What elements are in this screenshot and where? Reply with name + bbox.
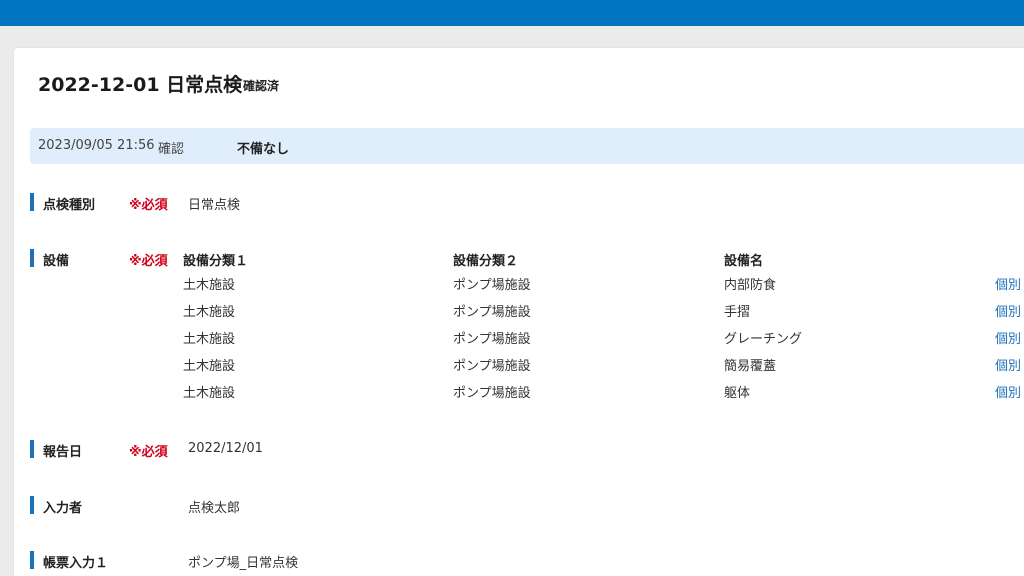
field-value: 2022/12/01 <box>188 441 263 456</box>
field-label: 帳票入力１ <box>43 556 109 571</box>
field-value: ポンプ場_日常点検 <box>188 556 299 571</box>
field-marker <box>30 249 34 267</box>
field-label: 点検種別 <box>43 198 96 213</box>
required-mark: ※必須 <box>129 198 168 213</box>
confirmation-result: 不備なし <box>237 142 290 157</box>
column-header-equipment-name: 設備名 <box>724 254 764 269</box>
confirmation-banner: 2023/09/05 21:56 確認 不備なし <box>30 128 1024 164</box>
cell-equipment-name: 躯体 <box>724 386 751 401</box>
individual-link[interactable]: 個別 <box>995 382 1021 401</box>
confirmation-timestamp: 2023/09/05 21:56 <box>38 138 155 153</box>
required-mark: ※必須 <box>129 445 168 460</box>
column-header-category-1: 設備分類１ <box>183 254 249 269</box>
status-badge: 確認済 <box>243 79 280 93</box>
cell-equipment-name: グレーチング <box>724 332 803 347</box>
individual-link[interactable]: 個別 <box>995 301 1021 320</box>
cell-category-2: ポンプ場施設 <box>453 332 531 347</box>
cell-equipment-name: 手摺 <box>724 305 751 320</box>
field-marker <box>30 193 34 211</box>
inspection-detail-card: 2022-12-01 日常点検 確認済 2023/09/05 21:56 確認 … <box>14 48 1024 576</box>
field-label: 報告日 <box>43 445 83 460</box>
cell-category-1: 土木施設 <box>183 278 236 293</box>
individual-link[interactable]: 個別 <box>995 355 1021 374</box>
cell-equipment-name: 簡易覆蓋 <box>724 359 777 374</box>
cell-equipment-name: 内部防食 <box>724 278 777 293</box>
field-label: 入力者 <box>43 501 83 516</box>
confirmation-label: 確認 <box>158 142 185 157</box>
individual-link[interactable]: 個別 <box>995 274 1021 293</box>
cell-category-1: 土木施設 <box>183 332 236 347</box>
cell-category-2: ポンプ場施設 <box>453 278 531 293</box>
cell-category-1: 土木施設 <box>183 305 236 320</box>
cell-category-2: ポンプ場施設 <box>453 386 531 401</box>
top-app-bar <box>0 0 1024 26</box>
required-mark: ※必須 <box>129 254 168 269</box>
field-value: 日常点検 <box>188 198 241 213</box>
field-value: 点検太郎 <box>188 501 241 516</box>
field-marker <box>30 551 34 569</box>
cell-category-1: 土木施設 <box>183 386 236 401</box>
cell-category-2: ポンプ場施設 <box>453 359 531 374</box>
column-header-category-2: 設備分類２ <box>453 254 519 269</box>
field-marker <box>30 496 34 514</box>
field-marker <box>30 440 34 458</box>
individual-link[interactable]: 個別 <box>995 328 1021 347</box>
cell-category-2: ポンプ場施設 <box>453 305 531 320</box>
field-label: 設備 <box>43 254 70 269</box>
page-title: 2022-12-01 日常点検 <box>38 74 243 96</box>
cell-category-1: 土木施設 <box>183 359 236 374</box>
